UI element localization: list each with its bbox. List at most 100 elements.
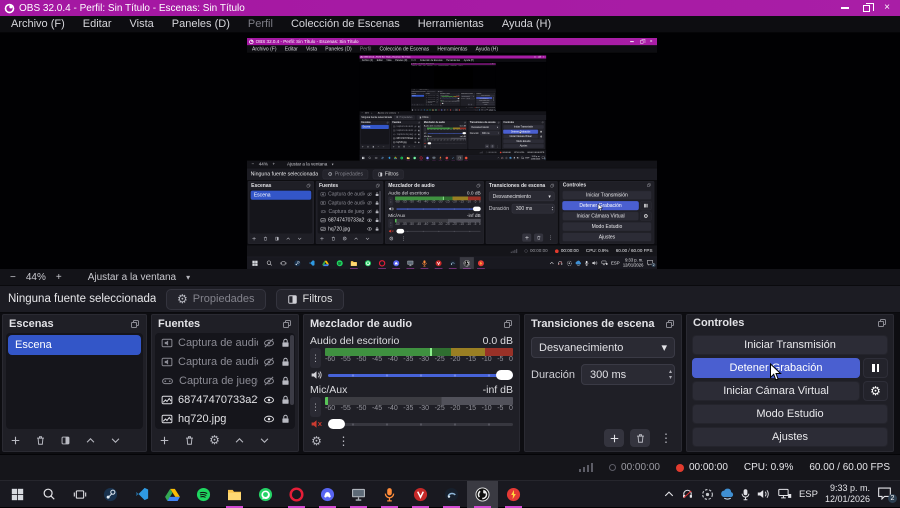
menu-paneles[interactable]: Paneles (D)	[163, 16, 239, 32]
properties-button[interactable]: ⚙ Propiedades	[166, 288, 266, 310]
close-icon[interactable]: ×	[884, 3, 890, 13]
notification-center-button[interactable]: 2	[877, 487, 897, 503]
mic-volume-slider[interactable]	[328, 419, 513, 429]
kebab-icon[interactable]: ⋮	[310, 397, 321, 417]
filters-button[interactable]: Filtros	[275, 288, 344, 310]
remove-source-button[interactable]	[183, 434, 196, 447]
minimize-icon[interactable]	[841, 7, 850, 9]
language-indicator[interactable]: ESP	[799, 489, 818, 500]
remove-transition-button[interactable]	[630, 429, 650, 447]
taskbar-whatsapp-icon[interactable]	[250, 481, 281, 508]
settings-button[interactable]: Ajustes	[692, 427, 888, 447]
source-row[interactable]: hq720.jpg	[155, 409, 295, 428]
source-row[interactable]: 68747470733a2f2f73	[155, 390, 295, 409]
source-row[interactable]: Captura de audio de	[155, 352, 295, 371]
tray-expand-chevron-icon[interactable]	[664, 490, 674, 498]
taskbar-screen-share-icon[interactable]	[343, 481, 374, 508]
virtual-camera-settings-gear-icon[interactable]: ⚙	[863, 381, 888, 401]
meter-tick-label: -35	[403, 356, 414, 363]
sources-scrollbar[interactable]	[290, 335, 294, 405]
taskbar-clock[interactable]: 9:33 p. m. 12/01/2026	[825, 483, 870, 506]
tray-steam-cloud-icon[interactable]	[721, 488, 734, 501]
studio-mode-button[interactable]: Modo Estudio	[692, 404, 888, 424]
eye-icon[interactable]	[263, 394, 275, 406]
duration-spinbox[interactable]: 300 ms ▴ ▾	[581, 364, 675, 385]
taskbar-search-button[interactable]	[33, 481, 64, 508]
source-name: Captura de audio de	[178, 355, 258, 368]
menu-vista[interactable]: Vista	[121, 16, 163, 32]
mixer-settings-gear-icon[interactable]: ⚙	[310, 435, 323, 448]
slider-handle[interactable]	[328, 419, 345, 429]
menu-herramientas[interactable]: Herramientas	[409, 16, 493, 32]
menu-editar[interactable]: Editar	[74, 16, 121, 32]
menu-perfil[interactable]: Perfil	[239, 16, 282, 32]
popout-icon[interactable]	[130, 319, 140, 329]
zoom-out-button[interactable]: −	[10, 272, 16, 283]
eye-slash-icon[interactable]	[263, 337, 275, 349]
popout-icon[interactable]	[503, 319, 513, 329]
stop-recording-button[interactable]: Detener Grabación	[692, 358, 860, 378]
running-app-indicator	[474, 505, 491, 508]
menu-archivo[interactable]: Archivo (F)	[2, 16, 74, 32]
taskbar-steam-icon[interactable]	[95, 481, 126, 508]
taskbar-google-drive-icon[interactable]	[157, 481, 188, 508]
preview-canvas[interactable]: OBS 32.0.4 - Perfil: Sin Título - Escena…	[0, 33, 900, 269]
speaker-icon[interactable]	[310, 369, 323, 381]
scene-filters-button[interactable]	[59, 434, 72, 447]
start-button[interactable]	[2, 481, 33, 508]
taskbar-vscode-icon[interactable]	[126, 481, 157, 508]
kebab-icon[interactable]: ⋮	[310, 348, 321, 368]
tray-network-icon[interactable]	[778, 488, 792, 500]
source-properties-gear-icon[interactable]: ⚙	[208, 434, 221, 447]
add-scene-button[interactable]	[9, 434, 22, 447]
restore-icon[interactable]	[863, 2, 875, 12]
chevron-down-icon[interactable]: ▾	[186, 273, 190, 282]
move-scene-up-button[interactable]	[84, 434, 97, 447]
desktop-audio-volume-slider[interactable]	[328, 370, 513, 380]
pause-recording-button[interactable]	[863, 358, 888, 378]
add-transition-button[interactable]	[604, 429, 624, 447]
scene-list-item[interactable]: Escena	[8, 335, 141, 355]
kebab-icon[interactable]: ⋮	[656, 429, 676, 447]
tray-volume-icon[interactable]	[757, 488, 771, 500]
taskbar-opera-icon[interactable]	[281, 481, 312, 508]
taskbar-microphone-icon[interactable]	[374, 481, 405, 508]
taskbar-discord-icon[interactable]	[312, 481, 343, 508]
move-source-down-button[interactable]	[258, 434, 271, 447]
taskbar-media-app-icon[interactable]	[436, 481, 467, 508]
lock-icon[interactable]	[280, 413, 291, 425]
eye-slash-icon[interactable]	[263, 375, 275, 387]
task-view-button[interactable]	[64, 481, 95, 508]
popout-icon[interactable]	[282, 319, 292, 329]
taskbar-flame-app-icon[interactable]	[498, 481, 529, 508]
captured-desktop-frame	[434, 66, 473, 89]
speaker-muted-icon[interactable]	[310, 418, 323, 430]
remove-scene-button[interactable]	[34, 434, 47, 447]
transition-select[interactable]: Desvanecimiento ▾	[531, 337, 675, 358]
eye-slash-icon[interactable]	[263, 356, 275, 368]
menu-ayuda[interactable]: Ayuda (H)	[493, 16, 560, 32]
add-source-button[interactable]	[158, 434, 171, 447]
source-row[interactable]: Captura de juego	[155, 371, 295, 390]
taskbar-file-explorer-icon[interactable]	[219, 481, 250, 508]
taskbar-spotify-icon[interactable]	[188, 481, 219, 508]
menu-coleccion-escenas[interactable]: Colección de Escenas	[282, 16, 409, 32]
kebab-icon[interactable]: ⋮	[337, 435, 350, 448]
tray-microphone-icon[interactable]	[741, 488, 750, 501]
taskbar-voicemod-icon[interactable]	[405, 481, 436, 508]
start-virtual-camera-button[interactable]: Iniciar Cámara Virtual	[692, 381, 860, 401]
spin-down-icon[interactable]: ▾	[669, 375, 672, 381]
move-scene-down-button[interactable]	[109, 434, 122, 447]
popout-icon[interactable]	[665, 319, 675, 329]
eye-icon[interactable]	[263, 413, 275, 425]
start-streaming-button[interactable]: Iniciar Transmisión	[692, 335, 888, 355]
popout-icon[interactable]	[877, 318, 887, 328]
fit-to-window-select[interactable]: Ajustar a la ventana	[88, 272, 176, 283]
taskbar-obs-icon[interactable]	[467, 480, 498, 508]
tray-swirl-icon[interactable]	[701, 488, 714, 501]
move-source-up-button[interactable]	[233, 434, 246, 447]
zoom-in-button[interactable]: +	[56, 272, 62, 283]
slider-handle[interactable]	[496, 370, 513, 380]
tray-headset-icon[interactable]	[681, 488, 694, 500]
source-row[interactable]: Captura de audio de	[155, 333, 295, 352]
